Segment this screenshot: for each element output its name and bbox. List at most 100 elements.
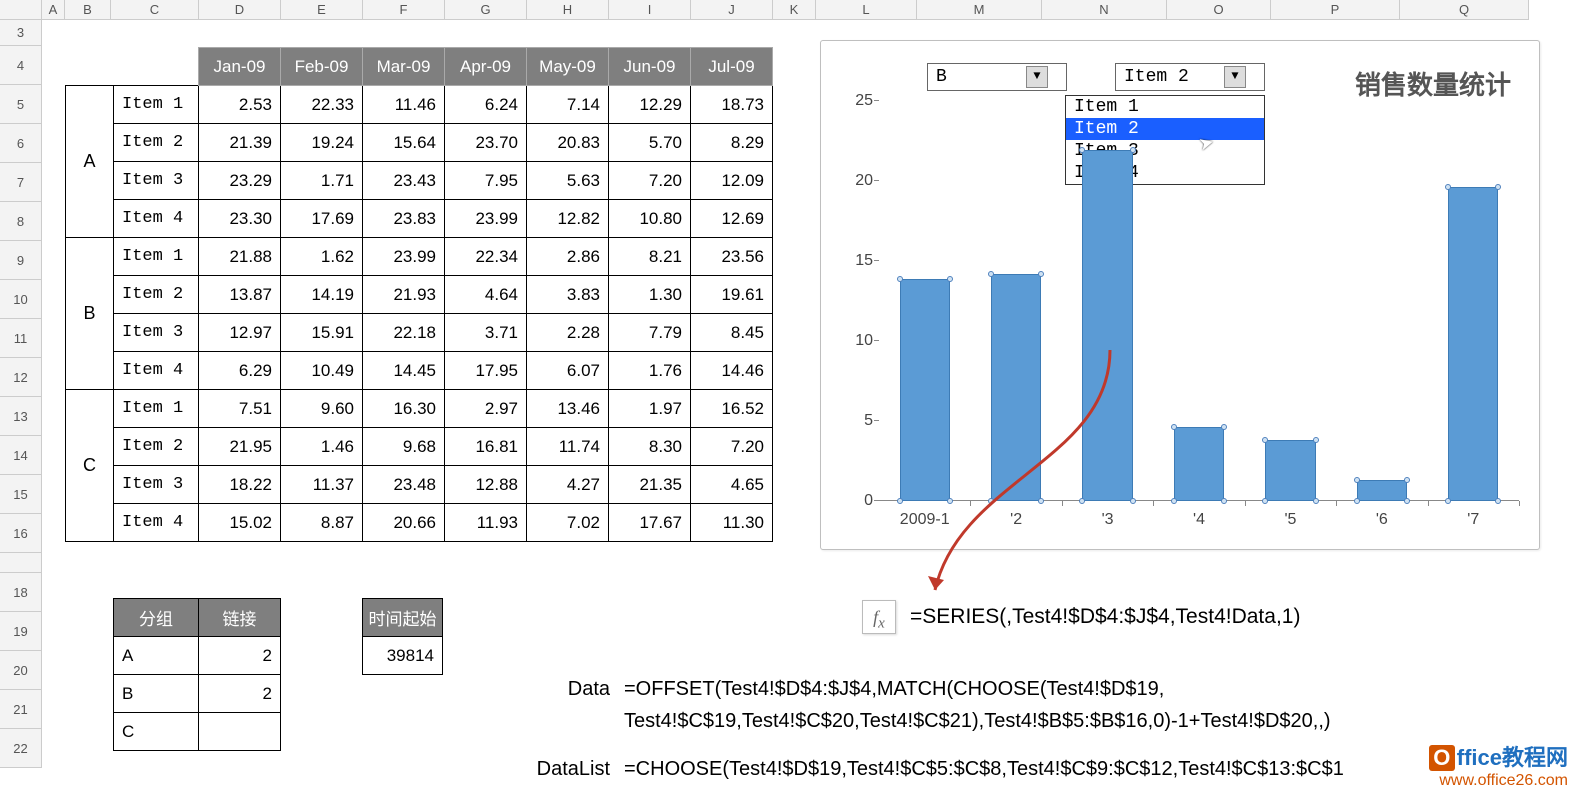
col-header-G[interactable]: G (445, 0, 527, 20)
small-table-cell[interactable]: B (114, 675, 199, 713)
value-cell[interactable]: 8.30 (609, 428, 691, 466)
value-cell[interactable]: 15.91 (281, 314, 363, 352)
item-cell[interactable]: Item 3 (114, 466, 199, 504)
column-headers[interactable]: ABCDEFGHIJKLMNOPQ (0, 0, 1529, 20)
small-table-cell[interactable]: 2 (199, 675, 281, 713)
value-cell[interactable]: 8.87 (281, 504, 363, 542)
value-cell[interactable]: 10.49 (281, 352, 363, 390)
value-cell[interactable]: 8.29 (691, 124, 773, 162)
value-cell[interactable]: 9.68 (363, 428, 445, 466)
col-header-M[interactable]: M (917, 0, 1042, 20)
col-header-O[interactable]: O (1167, 0, 1271, 20)
value-cell[interactable]: 16.30 (363, 390, 445, 428)
value-cell[interactable]: 18.22 (199, 466, 281, 504)
value-cell[interactable]: 8.21 (609, 238, 691, 276)
value-cell[interactable]: 7.95 (445, 162, 527, 200)
value-cell[interactable]: 6.07 (527, 352, 609, 390)
value-cell[interactable]: 1.71 (281, 162, 363, 200)
row-header-8[interactable]: 8 (0, 202, 42, 241)
row-header-14[interactable]: 14 (0, 436, 42, 475)
value-cell[interactable]: 11.46 (363, 86, 445, 124)
value-cell[interactable]: 3.83 (527, 276, 609, 314)
value-cell[interactable]: 11.93 (445, 504, 527, 542)
row-header-13[interactable]: 13 (0, 397, 42, 436)
value-cell[interactable]: 2.86 (527, 238, 609, 276)
value-cell[interactable]: 6.29 (199, 352, 281, 390)
chevron-down-icon[interactable]: ▼ (1224, 66, 1246, 88)
value-cell[interactable]: 21.39 (199, 124, 281, 162)
month-header[interactable]: Jun-09 (609, 48, 691, 86)
value-cell[interactable]: 23.99 (445, 200, 527, 238)
value-cell[interactable]: 3.71 (445, 314, 527, 352)
value-cell[interactable]: 13.46 (527, 390, 609, 428)
value-cell[interactable]: 13.87 (199, 276, 281, 314)
fx-icon[interactable]: fx (862, 600, 896, 634)
col-header-D[interactable]: D (199, 0, 281, 20)
group-cell[interactable]: A (66, 86, 114, 238)
chart-bar[interactable] (1357, 480, 1407, 501)
value-cell[interactable]: 4.27 (527, 466, 609, 504)
small-table-cell[interactable]: 2 (199, 637, 281, 675)
col-header-E[interactable]: E (281, 0, 363, 20)
value-cell[interactable]: 14.46 (691, 352, 773, 390)
chart-bar[interactable] (900, 279, 950, 501)
value-cell[interactable]: 4.64 (445, 276, 527, 314)
value-cell[interactable]: 5.70 (609, 124, 691, 162)
value-cell[interactable]: 21.95 (199, 428, 281, 466)
value-cell[interactable]: 2.53 (199, 86, 281, 124)
month-header[interactable]: Feb-09 (281, 48, 363, 86)
value-cell[interactable]: 7.20 (691, 428, 773, 466)
col-header-A[interactable]: A (42, 0, 65, 20)
value-cell[interactable]: 8.45 (691, 314, 773, 352)
value-cell[interactable]: 4.65 (691, 466, 773, 504)
item-cell[interactable]: Item 2 (114, 124, 199, 162)
value-cell[interactable]: 22.34 (445, 238, 527, 276)
col-header-N[interactable]: N (1042, 0, 1167, 20)
value-cell[interactable]: 14.45 (363, 352, 445, 390)
chart-container[interactable]: 销售数量统计 B ▼ Item 2 ▼ Item 1Item 2Item 3It… (820, 40, 1540, 550)
small2-value[interactable]: 39814 (363, 637, 443, 675)
col-header-I[interactable]: I (609, 0, 691, 20)
small-table-cell[interactable] (199, 713, 281, 751)
item-cell[interactable]: Item 4 (114, 200, 199, 238)
row-header-3[interactable]: 3 (0, 20, 42, 46)
value-cell[interactable]: 12.09 (691, 162, 773, 200)
value-cell[interactable]: 21.88 (199, 238, 281, 276)
small-table-cell[interactable]: A (114, 637, 199, 675)
value-cell[interactable]: 23.48 (363, 466, 445, 504)
value-cell[interactable]: 1.62 (281, 238, 363, 276)
value-cell[interactable]: 11.30 (691, 504, 773, 542)
value-cell[interactable]: 6.24 (445, 86, 527, 124)
col-header-Q[interactable]: Q (1400, 0, 1529, 20)
value-cell[interactable]: 23.29 (199, 162, 281, 200)
value-cell[interactable]: 18.73 (691, 86, 773, 124)
value-cell[interactable]: 21.93 (363, 276, 445, 314)
chevron-down-icon[interactable]: ▼ (1026, 66, 1048, 88)
value-cell[interactable]: 7.20 (609, 162, 691, 200)
item-cell[interactable]: Item 4 (114, 352, 199, 390)
month-header[interactable]: Jul-09 (691, 48, 773, 86)
value-cell[interactable]: 20.66 (363, 504, 445, 542)
chart-bar[interactable] (1174, 427, 1224, 501)
value-cell[interactable]: 1.76 (609, 352, 691, 390)
col-header-L[interactable]: L (816, 0, 917, 20)
value-cell[interactable]: 7.14 (527, 86, 609, 124)
value-cell[interactable]: 11.74 (527, 428, 609, 466)
value-cell[interactable]: 7.79 (609, 314, 691, 352)
item-cell[interactable]: Item 1 (114, 86, 199, 124)
row-header-7[interactable]: 7 (0, 163, 42, 202)
row-header-6[interactable]: 6 (0, 124, 42, 163)
row-header-[interactable] (0, 553, 42, 573)
value-cell[interactable]: 23.83 (363, 200, 445, 238)
value-cell[interactable]: 23.99 (363, 238, 445, 276)
value-cell[interactable]: 23.70 (445, 124, 527, 162)
col-header-C[interactable]: C (111, 0, 199, 20)
value-cell[interactable]: 12.29 (609, 86, 691, 124)
row-headers[interactable]: 3456789101112131415161819202122 (0, 20, 42, 768)
value-cell[interactable]: 12.97 (199, 314, 281, 352)
row-header-11[interactable]: 11 (0, 319, 42, 358)
row-header-12[interactable]: 12 (0, 358, 42, 397)
value-cell[interactable]: 16.52 (691, 390, 773, 428)
chart-bar[interactable] (991, 274, 1041, 501)
value-cell[interactable]: 12.69 (691, 200, 773, 238)
